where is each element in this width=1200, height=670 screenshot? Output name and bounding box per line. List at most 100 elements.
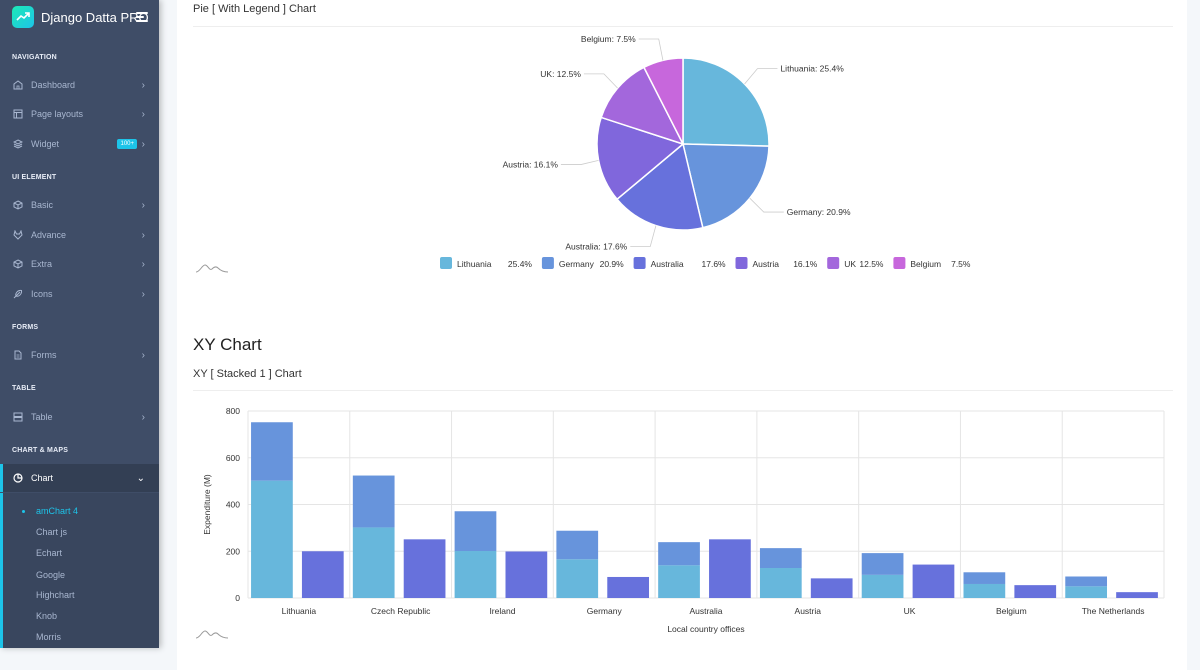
y-tick-label: 800 <box>226 406 240 416</box>
bar-series2-4 <box>658 542 700 566</box>
bar-series2-2 <box>454 511 497 551</box>
legend-item-lithuania[interactable]: Lithuania 25.4% <box>440 257 532 269</box>
x-tick-label: Australia <box>689 606 722 616</box>
package-icon <box>12 258 24 270</box>
bar-series1-1 <box>352 527 395 598</box>
sidebar: Django Datta PRO NAVIGATION Dashboard › … <box>0 0 159 648</box>
sidebar-item-basic[interactable]: Basic › <box>0 191 159 219</box>
sidebar-item-dashboard[interactable]: Dashboard › <box>0 71 159 99</box>
legend-item-austria[interactable]: Austria 16.1% <box>735 257 818 269</box>
layers-icon <box>12 138 24 150</box>
chevron-right-icon: › <box>141 229 145 241</box>
pie-label-line <box>744 68 778 85</box>
sidebar-item-widget[interactable]: Widget 100+ › <box>0 130 159 158</box>
sidebar-item-icons[interactable]: Icons › <box>0 280 159 308</box>
bar-series2-6 <box>861 553 904 575</box>
legend-item-australia[interactable]: Australia 17.6% <box>633 257 727 269</box>
pie-slice-label: UK: 12.5% <box>540 69 581 79</box>
sidebar-item-advance[interactable]: Advance › <box>0 221 159 249</box>
x-tick-label: Austria <box>795 606 822 616</box>
sidebar-item-label: Advance <box>31 230 67 240</box>
x-axis-title: Local country offices <box>667 624 744 634</box>
chart-submenu: amChart 4 Chart js Echart Google Highcha… <box>0 493 159 648</box>
bar-series2-7 <box>963 572 1006 584</box>
legend-label: Austria <box>753 259 780 269</box>
bar-series3-7 <box>1014 585 1057 598</box>
pie-slice-label: Lithuania: 25.4% <box>780 64 844 74</box>
bar-series1-8 <box>1065 586 1108 598</box>
pie-slice-label: Germany: 20.9% <box>787 207 851 217</box>
sidebar-item-table[interactable]: Table › <box>0 403 159 431</box>
legend-value: 16.1% <box>793 259 818 269</box>
sidebar-item-forms[interactable]: Forms › <box>0 341 159 369</box>
pie-label-line <box>749 197 784 213</box>
chevron-right-icon: › <box>141 258 145 270</box>
bar-series3-1 <box>403 539 446 598</box>
bar-series1-6 <box>861 574 904 598</box>
sidebar-item-label: Dashboard <box>31 80 76 90</box>
pie-label-line <box>638 38 664 61</box>
legend-item-belgium[interactable]: Belgium 7.5% <box>893 257 971 269</box>
sidebar-item-label: Basic <box>31 200 54 210</box>
layout-icon <box>12 108 24 120</box>
y-tick-label: 0 <box>235 593 240 603</box>
submenu-item-google[interactable]: Google <box>36 570 65 580</box>
y-axis-title: Expenditure (M) <box>202 474 212 535</box>
legend-value: 17.6% <box>702 259 727 269</box>
sidebar-item-chart[interactable]: Chart ⌄ <box>0 464 159 492</box>
divider <box>193 26 1173 27</box>
x-tick-label: UK <box>904 606 916 616</box>
pie-slice-label: Australia: 17.6% <box>565 242 627 252</box>
sidebar-item-extra[interactable]: Extra › <box>0 250 159 278</box>
bar-series3-3 <box>607 576 650 598</box>
bar-series1-4 <box>658 565 700 598</box>
bar-series1-2 <box>454 550 497 598</box>
pie-slice-label: Belgium: 7.5% <box>581 34 636 44</box>
sidebar-item-label: Forms <box>31 350 57 360</box>
amcharts-logo-icon[interactable] <box>195 628 229 640</box>
sidebar-item-label: Table <box>31 412 53 422</box>
legend-swatch <box>541 257 554 269</box>
feather-icon <box>12 288 24 300</box>
chevron-right-icon: › <box>141 411 145 423</box>
nav-caption-forms: FORMS <box>12 324 39 331</box>
legend-label: Lithuania <box>457 259 492 269</box>
submenu-item-echart[interactable]: Echart <box>36 548 62 558</box>
submenu-item-highchart[interactable]: Highchart <box>36 590 75 600</box>
chevron-right-icon: › <box>141 288 145 300</box>
amcharts-logo-icon[interactable] <box>195 262 229 274</box>
legend-swatch <box>735 257 748 269</box>
y-tick-label: 600 <box>226 453 240 463</box>
y-tick-label: 200 <box>226 546 240 556</box>
bar-series3-5 <box>810 578 853 598</box>
chevron-right-icon: › <box>141 349 145 361</box>
bar-series1-5 <box>759 568 802 598</box>
chevron-right-icon: › <box>141 199 145 211</box>
gitlab-icon <box>12 229 24 241</box>
divider <box>193 390 1173 391</box>
menu-icon[interactable] <box>136 12 148 22</box>
submenu-item-amchart4[interactable]: amChart 4 <box>36 506 78 516</box>
chevron-right-icon: › <box>141 108 145 120</box>
x-tick-label: Belgium <box>996 606 1027 616</box>
submenu-item-chartjs[interactable]: Chart js <box>36 527 67 537</box>
sidebar-item-label: Widget <box>31 139 60 149</box>
sidebar-item-page-layouts[interactable]: Page layouts › <box>0 100 159 128</box>
pie-slice-lithuania[interactable] <box>682 57 770 147</box>
bar-series2-1 <box>352 475 395 528</box>
xy-card-title: XY [ Stacked 1 ] Chart <box>193 368 302 380</box>
submenu-item-morris[interactable]: Morris <box>36 632 61 642</box>
sidebar-item-label: Page layouts <box>31 109 84 119</box>
box-icon <box>12 199 24 211</box>
submenu-item-knob[interactable]: Knob <box>36 611 57 621</box>
bar-series2-5 <box>759 548 802 569</box>
legend-item-uk[interactable]: UK 12.5% <box>827 257 884 269</box>
home-icon <box>12 79 24 91</box>
xy-stacked-chart: 0 200 400 600 800 Lithuania Czech Republic Irel… <box>202 406 1165 634</box>
brand-name: Django Datta PRO <box>41 9 149 25</box>
active-dot-icon <box>22 510 25 513</box>
bar-series1-7 <box>963 583 1006 598</box>
legend-item-germany[interactable]: Germany 20.9% <box>541 257 624 269</box>
x-tick-label: Lithuania <box>282 606 317 616</box>
legend-label: Germany <box>559 259 595 269</box>
